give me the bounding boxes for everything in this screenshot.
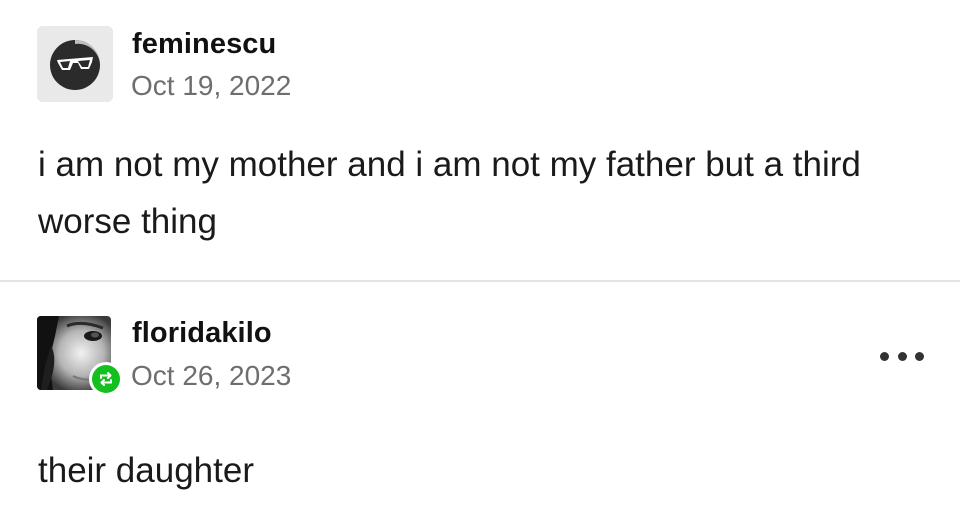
- sunglasses-icon: [37, 26, 113, 102]
- username[interactable]: feminescu: [132, 28, 276, 61]
- reblog-badge: [89, 362, 123, 396]
- avatar[interactable]: [37, 26, 113, 102]
- username[interactable]: floridakilo: [132, 317, 272, 350]
- post-date[interactable]: Oct 26, 2023: [131, 360, 291, 392]
- post-original: feminescu Oct 19, 2022 i am not my mothe…: [0, 0, 960, 282]
- post-body: their daughter: [38, 451, 254, 490]
- menu-dot: [897, 351, 907, 361]
- menu-dot: [915, 351, 924, 361]
- post-reblog: floridakilo Oct 26, 2023 their daughter: [0, 284, 960, 506]
- reblog-icon: [100, 372, 112, 386]
- more-options-icon[interactable]: [880, 346, 924, 366]
- post-body: i am not my mother and i am not my fathe…: [38, 145, 861, 241]
- post-date[interactable]: Oct 19, 2022: [131, 70, 291, 102]
- menu-dot: [880, 351, 889, 361]
